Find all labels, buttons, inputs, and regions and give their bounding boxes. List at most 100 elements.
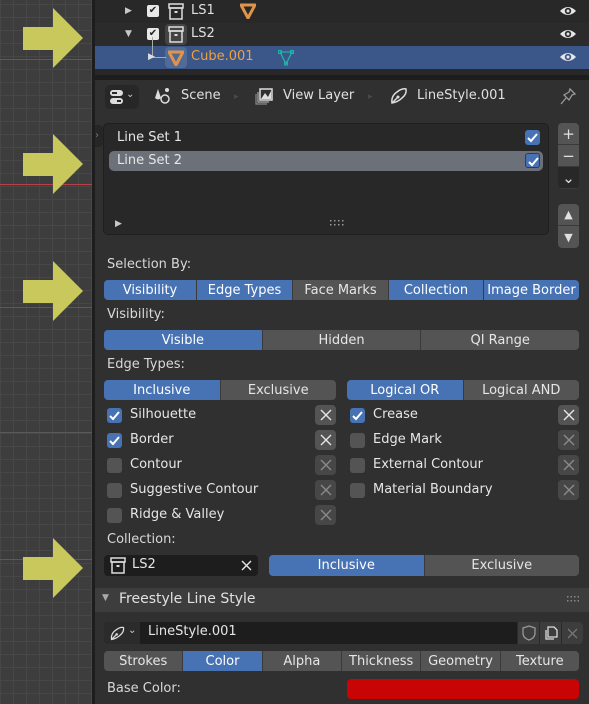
crease-checkbox[interactable] (350, 408, 365, 423)
material-boundary-exclude-button[interactable] (558, 480, 579, 500)
visibility-eye-icon[interactable] (559, 3, 577, 19)
ridge-valley-checkbox[interactable] (107, 508, 122, 523)
line-set-enabled-checkbox[interactable] (525, 130, 540, 145)
visibility-qi-range-option[interactable]: QI Range (421, 330, 579, 350)
select-by-image-border-toggle[interactable]: Image Border (484, 280, 579, 300)
border-checkbox[interactable] (107, 433, 122, 448)
edge-type-label: External Contour (373, 457, 483, 472)
3d-viewport[interactable] (0, 0, 92, 704)
visibility-visible-option[interactable]: Visible (104, 330, 263, 350)
list-specials-menu-button[interactable]: ⌄ (558, 167, 579, 189)
drag-grip-icon[interactable] (567, 596, 579, 602)
object-data-icon[interactable] (240, 3, 256, 19)
visibility-hidden-option[interactable]: Hidden (262, 330, 422, 350)
outliner-row-ls2[interactable]: ▼ ✔ LS2 (95, 23, 589, 46)
list-filter-toggle-icon[interactable]: ▶ (115, 219, 122, 229)
fake-user-button[interactable] (517, 622, 539, 644)
expand-arrow-icon[interactable]: ▶ (148, 51, 160, 63)
visibility-eye-icon[interactable] (559, 26, 577, 42)
move-down-button[interactable]: ▼ (558, 226, 579, 248)
edge-mark-checkbox[interactable] (350, 433, 365, 448)
outliner-row-cube[interactable]: ▶ Cube.001 (95, 37, 589, 69)
move-up-button[interactable]: ▲ (558, 204, 579, 226)
clear-icon[interactable] (241, 560, 252, 571)
edge-type-label: Edge Mark (373, 432, 442, 447)
suggestive-contour-exclude-button[interactable] (315, 480, 336, 500)
edge-inclusive-option[interactable]: Inclusive (104, 380, 221, 400)
external-contour-checkbox[interactable] (350, 458, 365, 473)
list-item[interactable]: Line Set 2 (109, 151, 543, 171)
breadcrumb-view-layer[interactable]: View Layer (283, 88, 354, 103)
freestyle-line-style-panel-header[interactable]: ▼ Freestyle Line Style (95, 588, 589, 612)
annotation-arrow-icon (23, 538, 83, 598)
collection-exclusive-option[interactable]: Exclusive (424, 555, 579, 576)
collection-inclusive-option[interactable]: Inclusive (269, 555, 425, 576)
pin-icon[interactable] (559, 87, 577, 107)
outliner-label: Cube.001 (191, 49, 254, 64)
linestyle-name-input[interactable]: LineStyle.001 (148, 624, 237, 639)
mesh-data-icon[interactable] (278, 49, 294, 66)
select-by-edge-types-toggle[interactable]: Edge Types (197, 280, 293, 300)
logical-and-option[interactable]: Logical AND (463, 380, 579, 400)
tab-geometry[interactable]: Geometry (421, 651, 501, 671)
select-by-collection-toggle[interactable]: Collection (389, 280, 484, 300)
tab-color[interactable]: Color (183, 651, 263, 671)
checkmark-icon (109, 411, 120, 421)
list-item[interactable]: Line Set 1 (109, 128, 543, 148)
area-divider[interactable] (95, 75, 589, 80)
close-icon (567, 628, 578, 638)
list-item-label: Line Set 2 (117, 153, 182, 168)
linestyle-datablock-field: ⌄ LineStyle.001 (104, 622, 583, 644)
tab-thickness[interactable]: Thickness (341, 651, 422, 671)
checkmark-icon (527, 133, 538, 143)
logical-or-option[interactable]: Logical OR (347, 380, 464, 400)
close-icon (563, 484, 574, 496)
tab-alpha[interactable]: Alpha (262, 651, 342, 671)
add-line-set-button[interactable]: + (558, 123, 579, 145)
edge-exclusive-option[interactable]: Exclusive (220, 380, 336, 400)
edge-type-label: Contour (130, 457, 182, 472)
external-contour-exclude-button[interactable] (558, 455, 579, 475)
edge-mark-exclude-button[interactable] (558, 430, 579, 450)
contour-checkbox[interactable] (107, 458, 122, 473)
breadcrumb-linestyle[interactable]: LineStyle.001 (417, 88, 506, 103)
remove-line-set-button[interactable]: − (558, 145, 579, 167)
suggestive-contour-checkbox[interactable] (107, 483, 122, 498)
exclude-checkbox[interactable]: ✔ (147, 5, 159, 17)
crease-exclude-button[interactable] (558, 405, 579, 425)
list-move-buttons: ▲ ▼ (558, 204, 579, 248)
silhouette-exclude-button[interactable] (315, 405, 336, 425)
expand-arrow-icon[interactable]: ▶ (125, 5, 137, 17)
breadcrumb-separator-icon: ▸ (368, 92, 373, 102)
edge-type-mode-selector: Inclusive Exclusive (104, 380, 336, 400)
edge-type-label: Material Boundary (373, 482, 493, 497)
silhouette-checkbox[interactable] (107, 408, 122, 423)
properties-editor-icon (110, 90, 123, 104)
browse-linestyle-button[interactable]: ⌄ (104, 622, 140, 644)
duplicate-linestyle-button[interactable] (539, 622, 561, 644)
collapse-arrow-icon[interactable]: ▼ (125, 28, 137, 40)
exclude-checkbox[interactable]: ✔ (147, 28, 159, 40)
tab-strokes[interactable]: Strokes (104, 651, 184, 671)
ridge-valley-exclude-button[interactable] (315, 505, 336, 525)
contour-exclude-button[interactable] (315, 455, 336, 475)
tab-texture[interactable]: Texture (500, 651, 579, 671)
editor-type-button[interactable]: ⌄ (105, 85, 139, 109)
unlink-linestyle-button[interactable] (561, 622, 583, 644)
visibility-eye-icon[interactable] (559, 49, 577, 65)
base-color-swatch[interactable] (347, 679, 579, 699)
shield-icon (521, 625, 536, 641)
linestyle-tabs: Strokes Color Alpha Thickness Geometry T… (104, 651, 579, 671)
expand-sidebar-icon[interactable]: › (95, 125, 103, 147)
edge-type-label: Suggestive Contour (130, 482, 259, 497)
select-by-visibility-toggle[interactable]: Visibility (104, 280, 197, 300)
collection-field[interactable]: LS2 (104, 555, 258, 576)
breadcrumb-scene[interactable]: Scene (181, 88, 221, 103)
border-exclude-button[interactable] (315, 430, 336, 450)
select-by-face-marks-toggle[interactable]: Face Marks (293, 280, 389, 300)
list-resize-grip-icon[interactable] (330, 219, 344, 227)
material-boundary-checkbox[interactable] (350, 483, 365, 498)
collection-icon (168, 26, 184, 43)
outliner-row-ls1[interactable]: ▶ ✔ LS1 (95, 0, 589, 23)
line-set-enabled-checkbox[interactable] (525, 153, 540, 168)
